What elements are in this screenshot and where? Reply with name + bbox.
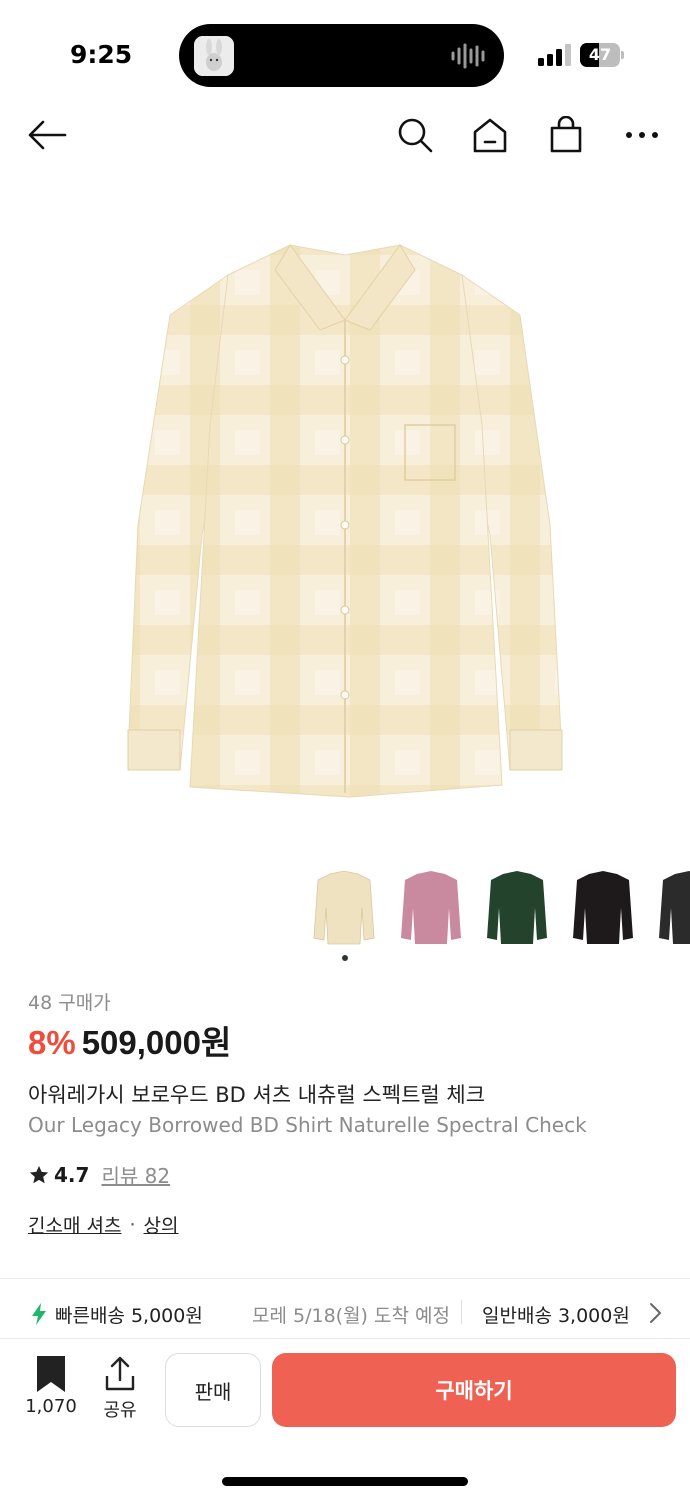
- delivery-options[interactable]: 빠른배송 5,000원 모레 5/18(월) 도착 예정 일반배송 3,000원: [0, 1288, 690, 1338]
- dynamic-island: [179, 24, 504, 87]
- purchase-count: 48 구매가: [28, 992, 111, 1014]
- rating-row: 4.7 리뷰 82: [28, 1160, 170, 1189]
- thumbnail-charcoal-shirt[interactable]: [657, 868, 690, 946]
- product-title-korean: 아워레가시 보로우드 BD 셔츠 내츄럴 스펙트럴 체크: [28, 1083, 486, 1107]
- product-image[interactable]: [110, 225, 580, 805]
- more-horizontal-icon: [626, 132, 658, 138]
- share-label: 공유: [103, 1400, 137, 1421]
- more-button[interactable]: [619, 112, 665, 158]
- search-icon: [398, 118, 433, 153]
- fast-delivery-date: 모레 5/18(월) 도착 예정: [252, 1305, 450, 1327]
- bookmark-icon: [37, 1356, 65, 1392]
- bookmark-button[interactable]: 1,070: [22, 1354, 80, 1420]
- category-link-tops[interactable]: 상의: [144, 1211, 179, 1238]
- share-icon: [105, 1356, 135, 1391]
- thumbnail-pink-shirt[interactable]: [399, 868, 463, 946]
- cellular-signal-icon: [538, 44, 571, 66]
- home-icon: [473, 118, 507, 153]
- back-button[interactable]: [24, 112, 70, 158]
- bookmark-count: 1,070: [25, 1396, 77, 1417]
- home-button[interactable]: [467, 112, 513, 158]
- fast-delivery-label: 빠른배송 5,000원: [55, 1305, 203, 1327]
- shopping-bag-icon: [550, 116, 582, 153]
- divider: [0, 1338, 690, 1339]
- battery-indicator: 47: [580, 43, 624, 67]
- category-link-long-sleeve-shirts[interactable]: 긴소매 셔츠: [28, 1211, 121, 1238]
- lightning-icon: [32, 1303, 46, 1325]
- price: 509,000원: [81, 1024, 232, 1061]
- buy-button[interactable]: 구매하기: [272, 1353, 676, 1427]
- search-button[interactable]: [392, 112, 438, 158]
- delivery-separator: [461, 1300, 462, 1324]
- thumbnail-cream-shirt[interactable]: [312, 868, 376, 946]
- chevron-right-icon: [650, 1303, 661, 1323]
- battery-level-text: 47: [588, 45, 612, 64]
- sell-button[interactable]: 판매: [165, 1353, 261, 1427]
- color-thumbnail-strip: [0, 868, 690, 950]
- carousel-indicator-dot: [342, 955, 348, 961]
- thumbnail-green-shirt[interactable]: [485, 868, 549, 946]
- home-indicator: [222, 1477, 468, 1486]
- cart-button[interactable]: [543, 112, 589, 158]
- rating-value: 4.7: [54, 1162, 90, 1187]
- status-bar: 9:25 47: [0, 0, 690, 100]
- category-separator: ·: [129, 1213, 136, 1236]
- product-title-english: Our Legacy Borrowed BD Shirt Naturelle S…: [28, 1113, 587, 1137]
- thumbnail-black-shirt[interactable]: [571, 868, 635, 946]
- arrow-left-icon: [28, 120, 67, 150]
- price-row: 8% 509,000원: [28, 1016, 231, 1064]
- discount-rate: 8%: [28, 1024, 76, 1061]
- status-time: 9:25: [70, 40, 133, 69]
- share-button[interactable]: 공유: [96, 1354, 144, 1421]
- island-app-icon: [194, 36, 234, 76]
- review-count-link[interactable]: 리뷰 82: [101, 1160, 170, 1189]
- star-icon: [29, 1165, 49, 1183]
- category-breadcrumb: 긴소매 셔츠 · 상의: [28, 1211, 178, 1238]
- divider: [0, 1278, 690, 1279]
- normal-delivery-label: 일반배송 3,000원: [482, 1305, 630, 1327]
- audio-wave-icon: [451, 43, 485, 69]
